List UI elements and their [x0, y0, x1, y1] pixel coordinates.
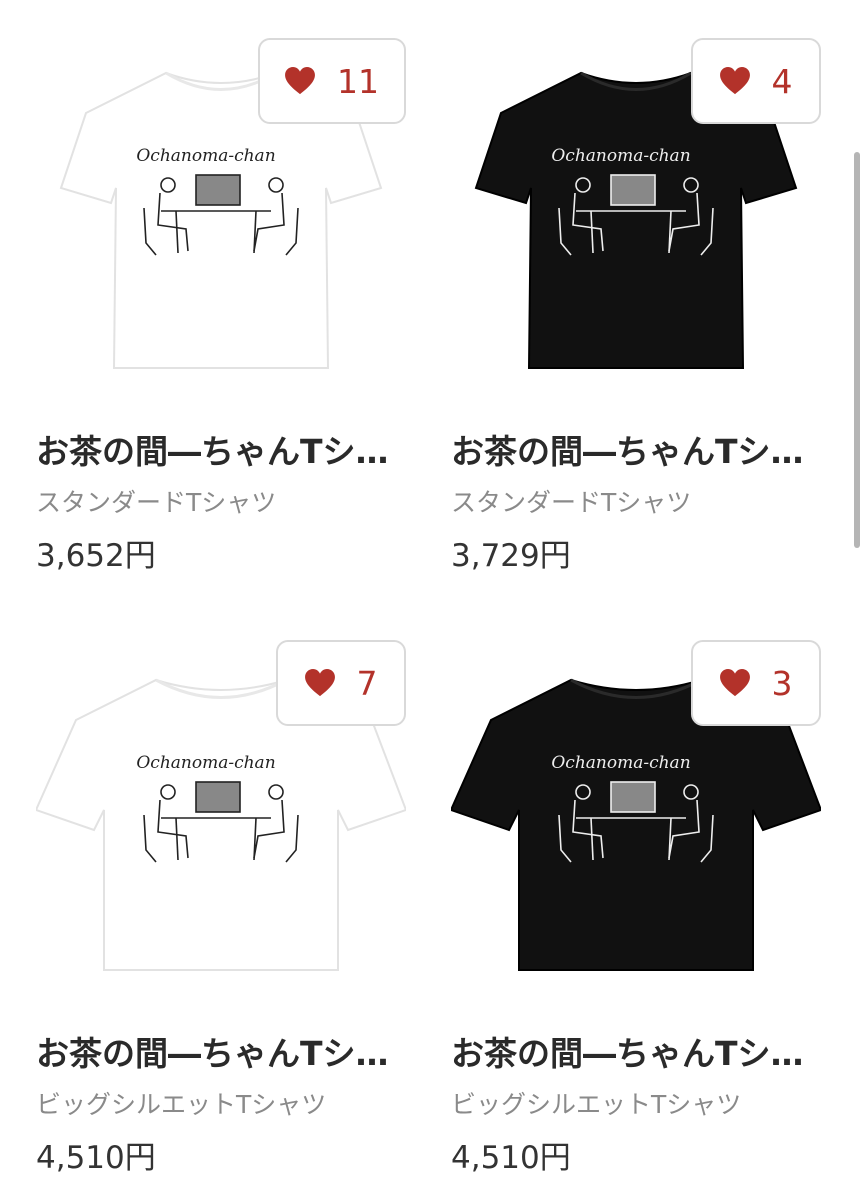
product-price: 4,510円 — [451, 1140, 571, 1176]
shirt-print-text: Ochanoma-chan — [136, 146, 275, 166]
like-count: 4 — [771, 61, 793, 101]
product-image[interactable]: Ochanoma-chan 4 — [451, 38, 821, 388]
like-count: 7 — [356, 663, 378, 703]
like-count: 3 — [771, 663, 793, 703]
shirt-print-text: Ochanoma-chan — [551, 146, 690, 166]
product-card[interactable]: Ochanoma-chan 7 お茶の間―ちゃんTシ… ビッグシルエットTシャツ… — [36, 640, 422, 1178]
product-title[interactable]: お茶の間―ちゃんTシ… — [36, 1032, 408, 1076]
product-image[interactable]: Ochanoma-chan 11 — [36, 38, 406, 388]
heart-icon — [719, 67, 750, 95]
like-button[interactable]: 7 — [276, 640, 406, 726]
product-price: 3,729円 — [451, 538, 571, 574]
shirt-print-text: Ochanoma-chan — [551, 753, 690, 773]
product-title[interactable]: お茶の間―ちゃんTシ… — [451, 430, 823, 474]
heart-icon — [285, 67, 315, 95]
product-image[interactable]: Ochanoma-chan 3 — [451, 640, 821, 990]
like-button[interactable]: 11 — [258, 38, 406, 124]
product-price: 4,510円 — [36, 1140, 156, 1176]
product-card[interactable]: Ochanoma-chan 11 お茶の間―ちゃんTシ… スタンダードTシャツ … — [36, 38, 422, 576]
product-type: ビッグシルエットTシャツ — [451, 1090, 742, 1119]
product-grid-page: Ochanoma-chan 11 お茶の間―ちゃんTシ… スタンダードTシャツ … — [0, 0, 864, 1200]
product-card[interactable]: Ochanoma-chan 3 お茶の間―ちゃんTシ… ビッグシルエットTシャツ… — [451, 640, 837, 1178]
product-image[interactable]: Ochanoma-chan 7 — [36, 640, 406, 990]
product-price: 3,652円 — [36, 538, 156, 574]
product-type: スタンダードTシャツ — [451, 488, 692, 517]
heart-icon — [304, 669, 335, 697]
scrollbar[interactable] — [854, 152, 860, 548]
heart-icon — [719, 669, 750, 697]
like-button[interactable]: 4 — [691, 38, 821, 124]
product-type: ビッグシルエットTシャツ — [36, 1090, 327, 1119]
like-button[interactable]: 3 — [691, 640, 821, 726]
product-card[interactable]: Ochanoma-chan 4 お茶の間―ちゃんTシ… スタンダードTシャツ 3… — [451, 38, 837, 576]
product-type: スタンダードTシャツ — [36, 488, 277, 517]
product-title[interactable]: お茶の間―ちゃんTシ… — [451, 1032, 823, 1076]
product-title[interactable]: お茶の間―ちゃんTシ… — [36, 430, 408, 474]
like-count: 11 — [337, 61, 379, 101]
shirt-print-text: Ochanoma-chan — [136, 753, 275, 773]
